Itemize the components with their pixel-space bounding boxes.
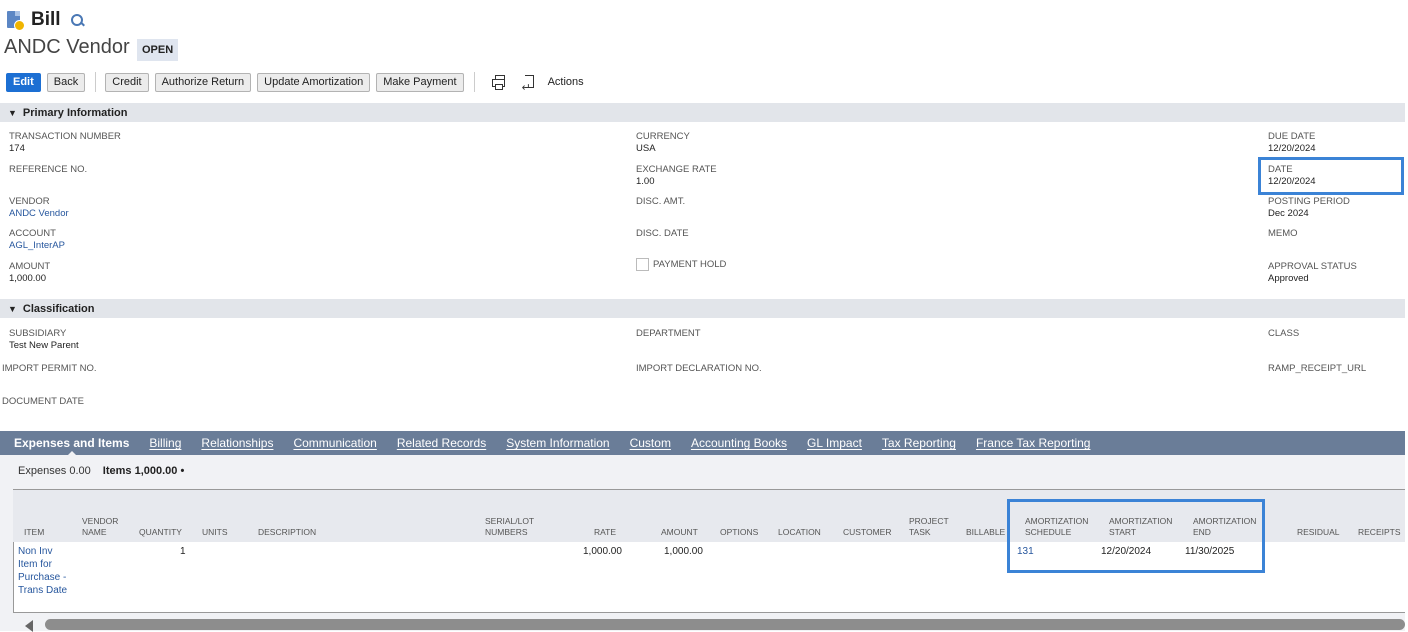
field-reference-no: REFERENCE NO. bbox=[9, 164, 88, 175]
section-classification[interactable]: ▼ Classification bbox=[0, 299, 1405, 318]
update-amortization-button[interactable]: Update Amortization bbox=[257, 72, 371, 92]
field-memo: MEMO bbox=[1268, 228, 1298, 239]
field-amount: AMOUNT 1,000.00 bbox=[9, 261, 51, 284]
tab-custom[interactable]: Custom bbox=[630, 436, 671, 450]
col-receipts[interactable]: RECEIPTS bbox=[1358, 527, 1401, 538]
field-import-permit: IMPORT PERMIT NO. bbox=[2, 363, 97, 374]
field-account: ACCOUNT AGL_InterAP bbox=[9, 228, 65, 252]
toolbar-divider bbox=[95, 72, 97, 92]
subtab-items[interactable]: Items 1,000.00 • bbox=[103, 465, 185, 477]
field-currency: CURRENCY USA bbox=[636, 131, 690, 154]
chevron-down-icon: ▼ bbox=[8, 107, 17, 118]
tab-system-information[interactable]: System Information bbox=[506, 436, 609, 450]
actions-menu[interactable]: Actions bbox=[548, 76, 584, 88]
page-title: Bill bbox=[31, 9, 61, 30]
field-import-declaration: IMPORT DECLARATION NO. bbox=[636, 363, 762, 374]
record-name: ANDC Vendor bbox=[4, 36, 130, 58]
amortization-highlight-box bbox=[1007, 499, 1265, 573]
section-primary-information[interactable]: ▼ Primary Information bbox=[0, 103, 1405, 122]
col-residual[interactable]: RESIDUAL bbox=[1297, 527, 1340, 538]
edit-button[interactable]: Edit bbox=[6, 72, 41, 92]
field-payment-hold: PAYMENT HOLD bbox=[636, 258, 726, 271]
tab-tax-reporting[interactable]: Tax Reporting bbox=[882, 436, 956, 450]
field-transaction-number: TRANSACTION NUMBER 174 bbox=[9, 131, 121, 154]
tab-france-tax-reporting[interactable]: France Tax Reporting bbox=[976, 436, 1091, 450]
print-icon[interactable] bbox=[491, 75, 506, 90]
subrecord-tabs: Expenses and Items Billing Relationships… bbox=[0, 431, 1405, 456]
status-badge: OPEN bbox=[137, 39, 179, 61]
col-amount[interactable]: AMOUNT bbox=[661, 527, 698, 538]
row-item-link[interactable]: Non Inv Item for Purchase - Trans Date bbox=[18, 545, 70, 597]
account-link[interactable]: AGL_InterAP bbox=[9, 240, 65, 252]
scroll-left-arrow-icon[interactable] bbox=[25, 620, 33, 632]
field-due-date: DUE DATE 12/20/2024 bbox=[1268, 131, 1316, 154]
field-approval-status: APPROVAL STATUS Approved bbox=[1268, 261, 1357, 284]
field-vendor: VENDOR ANDC Vendor bbox=[9, 196, 69, 220]
tab-related-records[interactable]: Related Records bbox=[397, 436, 486, 450]
tab-billing[interactable]: Billing bbox=[149, 436, 181, 450]
horizontal-scrollbar[interactable] bbox=[45, 619, 1405, 630]
field-posting-period: POSTING PERIOD Dec 2024 bbox=[1268, 196, 1350, 219]
field-class: CLASS bbox=[1268, 328, 1300, 339]
section-title: Primary Information bbox=[22, 106, 128, 119]
col-options[interactable]: OPTIONS bbox=[720, 527, 758, 538]
back-button[interactable]: Back bbox=[46, 72, 86, 92]
make-payment-button[interactable]: Make Payment bbox=[376, 72, 464, 92]
field-document-date: DOCUMENT DATE bbox=[2, 396, 84, 407]
export-icon[interactable]: ↵ bbox=[522, 75, 536, 94]
subtab-expenses[interactable]: Expenses 0.00 bbox=[18, 465, 91, 477]
vendor-link[interactable]: ANDC Vendor bbox=[9, 208, 69, 220]
field-exchange-rate: EXCHANGE RATE 1.00 bbox=[636, 164, 717, 187]
col-serial-lot[interactable]: SERIAL/LOT NUMBERS bbox=[485, 516, 540, 538]
toolbar: Edit Back Credit Authorize Return Update… bbox=[6, 72, 584, 94]
col-rate[interactable]: RATE bbox=[594, 527, 616, 538]
payment-hold-checkbox[interactable] bbox=[636, 258, 649, 271]
row-rate: 1,000.00 bbox=[583, 546, 622, 557]
section-title: Classification bbox=[22, 302, 95, 315]
toolbar-divider bbox=[473, 72, 475, 92]
chevron-down-icon: ▼ bbox=[8, 303, 17, 314]
field-date: DATE 12/20/2024 bbox=[1268, 164, 1316, 187]
col-billable[interactable]: BILLABLE bbox=[966, 527, 1005, 538]
row-amount: 1,000.00 bbox=[664, 546, 703, 557]
tab-expenses-and-items[interactable]: Expenses and Items bbox=[14, 436, 129, 456]
col-item[interactable]: ITEM bbox=[24, 527, 44, 538]
tab-relationships[interactable]: Relationships bbox=[201, 436, 273, 450]
field-disc-amt: DISC. AMT. bbox=[636, 196, 686, 207]
field-ramp-receipt-url: RAMP_RECEIPT_URL bbox=[1268, 363, 1367, 374]
col-customer[interactable]: CUSTOMER bbox=[843, 527, 892, 538]
tab-accounting-books[interactable]: Accounting Books bbox=[691, 436, 787, 450]
col-location[interactable]: LOCATION bbox=[778, 527, 821, 538]
col-quantity[interactable]: QUANTITY bbox=[139, 527, 182, 538]
field-department: DEPARTMENT bbox=[636, 328, 701, 339]
col-units[interactable]: UNITS bbox=[202, 527, 228, 538]
subtabs: Expenses 0.00 Items 1,000.00 • bbox=[18, 465, 196, 477]
tab-gl-impact[interactable]: GL Impact bbox=[807, 436, 862, 450]
tab-communication[interactable]: Communication bbox=[293, 436, 376, 450]
title-row: Bill bbox=[7, 8, 85, 32]
field-disc-date: DISC. DATE bbox=[636, 228, 689, 239]
col-vendor-name[interactable]: VENDOR NAME bbox=[82, 516, 132, 538]
field-subsidiary: SUBSIDIARY Test New Parent bbox=[9, 328, 79, 351]
authorize-return-button[interactable]: Authorize Return bbox=[154, 72, 252, 92]
credit-button[interactable]: Credit bbox=[105, 72, 149, 92]
col-description[interactable]: DESCRIPTION bbox=[258, 527, 316, 538]
row-quantity: 1 bbox=[180, 546, 186, 557]
bill-icon bbox=[7, 10, 25, 31]
search-icon[interactable] bbox=[70, 13, 85, 27]
col-project-task[interactable]: PROJECT TASK bbox=[909, 516, 954, 538]
